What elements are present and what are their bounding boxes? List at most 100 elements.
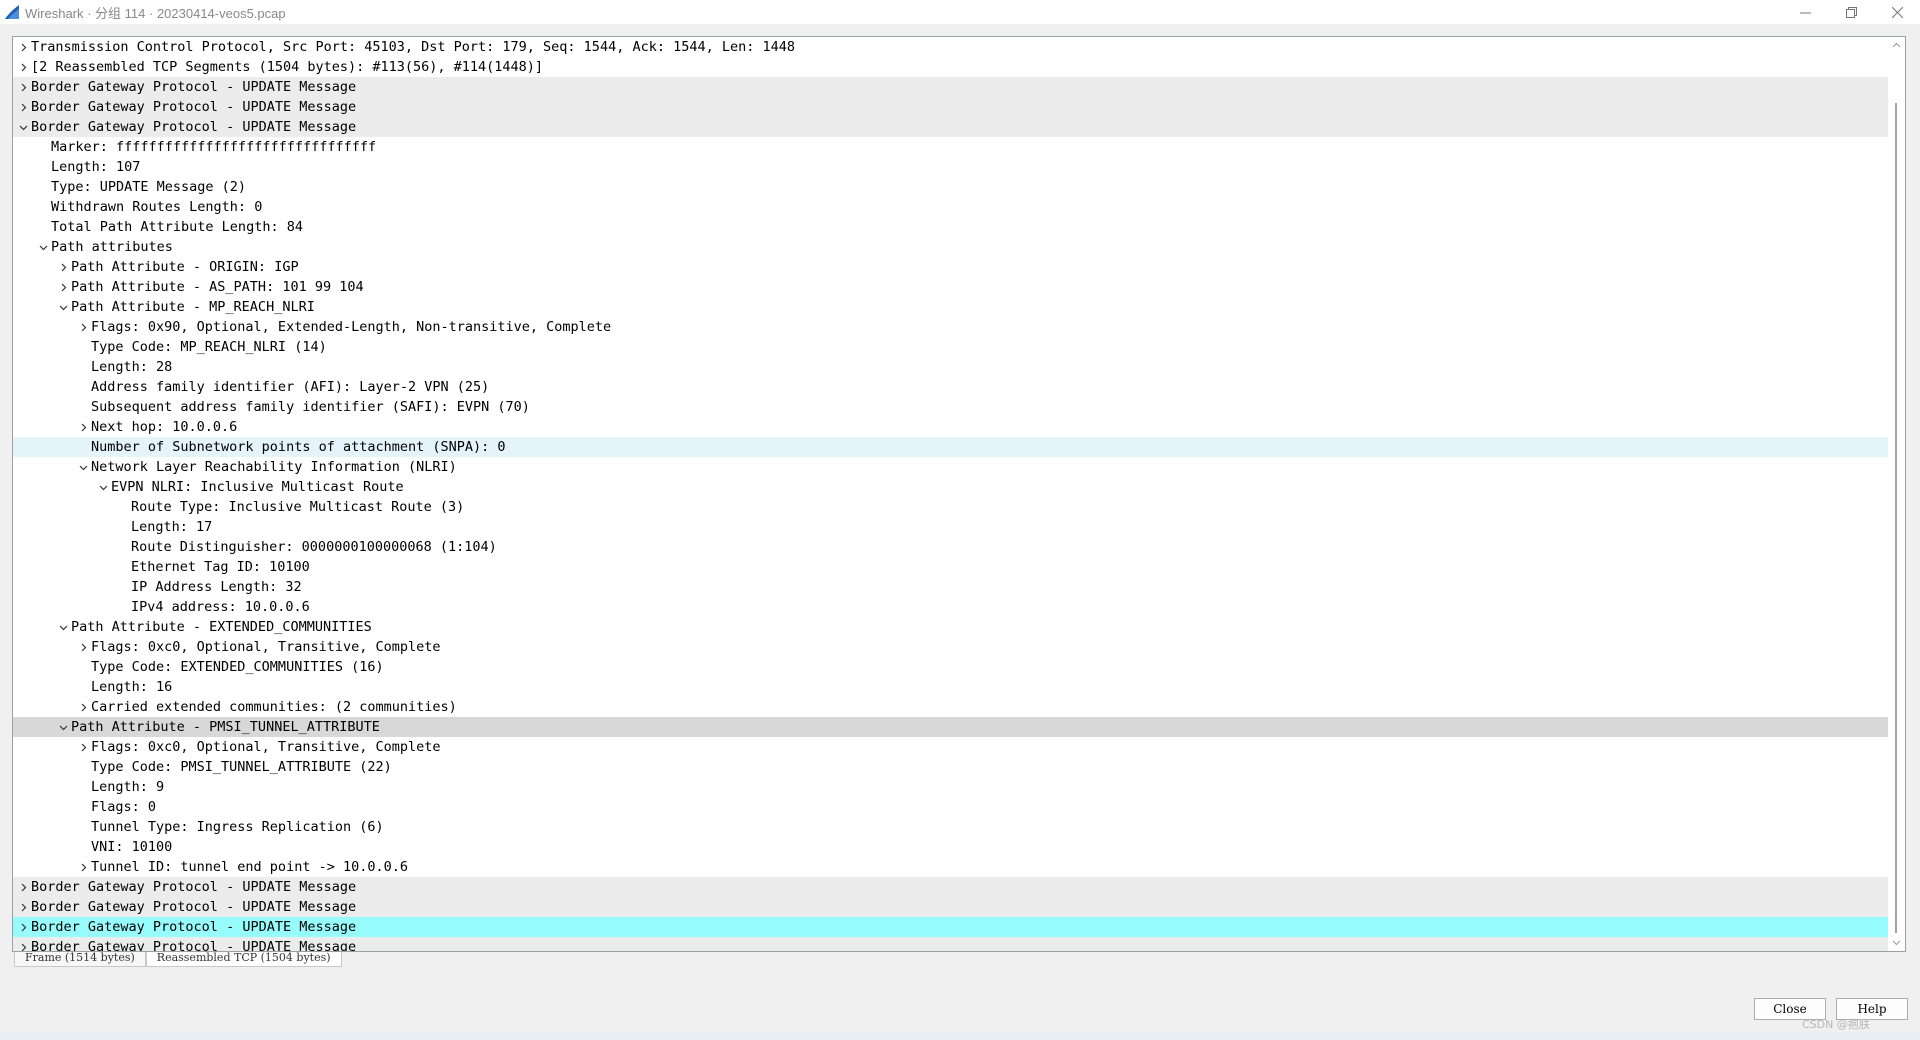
tree-row-label: Length: 28 bbox=[91, 359, 173, 375]
tree-row-label: Path attributes bbox=[51, 239, 173, 255]
restore-button[interactable] bbox=[1828, 0, 1874, 24]
chevron-right-icon[interactable] bbox=[57, 257, 69, 277]
chevron-down-icon[interactable] bbox=[57, 617, 69, 637]
tree-row[interactable]: [2 Reassembled TCP Segments (1504 bytes)… bbox=[13, 57, 1890, 77]
tree-row[interactable]: Route Distinguisher: 0000000100000068 (1… bbox=[13, 537, 1890, 557]
tree-row-label: Length: 9 bbox=[91, 779, 165, 795]
tree-row[interactable]: Address family identifier (AFI): Layer-2… bbox=[13, 377, 1890, 397]
tree-row[interactable]: IPv4 address: 10.0.0.6 bbox=[13, 597, 1890, 617]
tree-row[interactable]: Path Attribute - PMSI_TUNNEL_ATTRIBUTE bbox=[13, 717, 1890, 737]
tree-row[interactable]: Length: 28 bbox=[13, 357, 1890, 377]
tree-row[interactable]: Path Attribute - MP_REACH_NLRI bbox=[13, 297, 1890, 317]
chevron-down-icon[interactable] bbox=[37, 237, 49, 257]
chevron-right-icon[interactable] bbox=[17, 77, 29, 97]
tree-row[interactable]: IP Address Length: 32 bbox=[13, 577, 1890, 597]
tree-row[interactable]: Flags: 0 bbox=[13, 797, 1890, 817]
chevron-right-icon[interactable] bbox=[17, 897, 29, 917]
chevron-right-icon[interactable] bbox=[77, 417, 89, 437]
tree-row[interactable]: Tunnel ID: tunnel end point -> 10.0.0.6 bbox=[13, 857, 1890, 877]
tree-row-label: Path Attribute - MP_REACH_NLRI bbox=[71, 299, 315, 315]
tree-row[interactable]: Transmission Control Protocol, Src Port:… bbox=[13, 37, 1890, 57]
tree-row[interactable]: EVPN NLRI: Inclusive Multicast Route bbox=[13, 477, 1890, 497]
packet-details-tree[interactable]: Transmission Control Protocol, Src Port:… bbox=[12, 36, 1906, 952]
tree-row-label: Type Code: MP_REACH_NLRI (14) bbox=[91, 339, 327, 355]
restore-icon bbox=[1845, 6, 1857, 18]
tree-row[interactable]: Type Code: EXTENDED_COMMUNITIES (16) bbox=[13, 657, 1890, 677]
chevron-down-icon[interactable] bbox=[97, 477, 109, 497]
tree-row[interactable]: Path attributes bbox=[13, 237, 1890, 257]
scroll-up-icon[interactable] bbox=[1892, 41, 1901, 50]
chevron-right-icon[interactable] bbox=[57, 277, 69, 297]
tree-row[interactable]: Flags: 0x90, Optional, Extended-Length, … bbox=[13, 317, 1890, 337]
tree-row[interactable]: Length: 107 bbox=[13, 157, 1890, 177]
tree-row[interactable]: Border Gateway Protocol - UPDATE Message bbox=[13, 117, 1890, 137]
tree-row-label: EVPN NLRI: Inclusive Multicast Route bbox=[111, 479, 404, 495]
chevron-right-icon[interactable] bbox=[77, 317, 89, 337]
tree-row[interactable]: VNI: 10100 bbox=[13, 837, 1890, 857]
tree-row[interactable]: Border Gateway Protocol - UPDATE Message bbox=[13, 877, 1890, 897]
tree-row-label: Address family identifier (AFI): Layer-2… bbox=[91, 379, 490, 395]
tree-row[interactable]: Border Gateway Protocol - UPDATE Message bbox=[13, 77, 1890, 97]
tree-row[interactable]: Type: UPDATE Message (2) bbox=[13, 177, 1890, 197]
chevron-right-icon[interactable] bbox=[17, 937, 29, 951]
chevron-down-icon[interactable] bbox=[57, 297, 69, 317]
minimize-button[interactable] bbox=[1782, 0, 1828, 24]
tree-row[interactable]: Length: 17 bbox=[13, 517, 1890, 537]
tree-row[interactable]: Border Gateway Protocol - UPDATE Message bbox=[13, 897, 1890, 917]
chevron-right-icon[interactable] bbox=[77, 697, 89, 717]
tree-row[interactable]: Border Gateway Protocol - UPDATE Message bbox=[13, 97, 1890, 117]
tab-byte-source[interactable]: Frame (1514 bytes) bbox=[14, 952, 146, 967]
chevron-right-icon[interactable] bbox=[17, 37, 29, 57]
wireshark-packet-window: Wireshark · 分组 114 · 20230414-veos5.pcap… bbox=[0, 0, 1920, 1040]
tree-row-label: Border Gateway Protocol - UPDATE Message bbox=[31, 939, 357, 952]
tree-row[interactable]: Path Attribute - ORIGIN: IGP bbox=[13, 257, 1890, 277]
close-window-button[interactable] bbox=[1874, 0, 1920, 24]
chevron-right-icon[interactable] bbox=[77, 857, 89, 877]
chevron-down-icon[interactable] bbox=[77, 457, 89, 477]
chevron-right-icon[interactable] bbox=[17, 97, 29, 117]
tree-row[interactable]: Tunnel Type: Ingress Replication (6) bbox=[13, 817, 1890, 837]
chevron-down-icon[interactable] bbox=[17, 117, 29, 137]
tree-row[interactable]: Subsequent address family identifier (SA… bbox=[13, 397, 1890, 417]
vertical-scrollbar[interactable] bbox=[1888, 37, 1905, 951]
tree-row[interactable]: Network Layer Reachability Information (… bbox=[13, 457, 1890, 477]
title-bar: Wireshark · 分组 114 · 20230414-veos5.pcap bbox=[0, 0, 1920, 24]
tree-row-label: Path Attribute - EXTENDED_COMMUNITIES bbox=[71, 619, 372, 635]
tree-row-label: Carried extended communities: (2 communi… bbox=[91, 699, 457, 715]
scrollbar-thumb[interactable] bbox=[1895, 103, 1897, 933]
tree-row[interactable]: Path Attribute - AS_PATH: 101 99 104 bbox=[13, 277, 1890, 297]
tree-row[interactable]: Route Type: Inclusive Multicast Route (3… bbox=[13, 497, 1890, 517]
tree-row[interactable]: Flags: 0xc0, Optional, Transitive, Compl… bbox=[13, 637, 1890, 657]
tree-row[interactable]: Withdrawn Routes Length: 0 bbox=[13, 197, 1890, 217]
tree-row[interactable]: Marker: ffffffffffffffffffffffffffffffff bbox=[13, 137, 1890, 157]
tree-row[interactable]: Number of Subnetwork points of attachmen… bbox=[13, 437, 1890, 457]
chevron-right-icon[interactable] bbox=[77, 637, 89, 657]
tree-row-label: Border Gateway Protocol - UPDATE Message bbox=[31, 99, 357, 115]
tree-row-label: Number of Subnetwork points of attachmen… bbox=[91, 439, 506, 455]
tree-row[interactable]: Length: 9 bbox=[13, 777, 1890, 797]
byte-source-tabs: Frame (1514 bytes) Reassembled TCP (1504 … bbox=[14, 952, 342, 968]
tree-row-label: VNI: 10100 bbox=[91, 839, 173, 855]
tree-row[interactable]: Total Path Attribute Length: 84 bbox=[13, 217, 1890, 237]
chevron-down-icon[interactable] bbox=[57, 717, 69, 737]
tree-row[interactable]: Path Attribute - EXTENDED_COMMUNITIES bbox=[13, 617, 1890, 637]
chevron-right-icon[interactable] bbox=[77, 737, 89, 757]
tree-row-label: Flags: 0 bbox=[91, 799, 157, 815]
tree-row[interactable]: Border Gateway Protocol - UPDATE Message bbox=[13, 917, 1890, 937]
scroll-down-icon[interactable] bbox=[1892, 938, 1901, 947]
chevron-right-icon[interactable] bbox=[17, 57, 29, 77]
tree-row[interactable]: Type Code: PMSI_TUNNEL_ATTRIBUTE (22) bbox=[13, 757, 1890, 777]
tree-row[interactable]: Length: 16 bbox=[13, 677, 1890, 697]
tree-row[interactable]: Flags: 0xc0, Optional, Transitive, Compl… bbox=[13, 737, 1890, 757]
chevron-right-icon[interactable] bbox=[17, 917, 29, 937]
chevron-right-icon[interactable] bbox=[17, 877, 29, 897]
tab-byte-source[interactable]: Reassembled TCP (1504 bytes) bbox=[145, 952, 342, 967]
tree-row-label: Tunnel Type: Ingress Replication (6) bbox=[91, 819, 384, 835]
tree-row-label: Path Attribute - AS_PATH: 101 99 104 bbox=[71, 279, 364, 295]
tree-row[interactable]: Ethernet Tag ID: 10100 bbox=[13, 557, 1890, 577]
tree-row-label: Type Code: PMSI_TUNNEL_ATTRIBUTE (22) bbox=[91, 759, 392, 775]
tree-row[interactable]: Next hop: 10.0.0.6 bbox=[13, 417, 1890, 437]
tree-row[interactable]: Border Gateway Protocol - UPDATE Message bbox=[13, 937, 1890, 952]
tree-row[interactable]: Type Code: MP_REACH_NLRI (14) bbox=[13, 337, 1890, 357]
tree-row[interactable]: Carried extended communities: (2 communi… bbox=[13, 697, 1890, 717]
